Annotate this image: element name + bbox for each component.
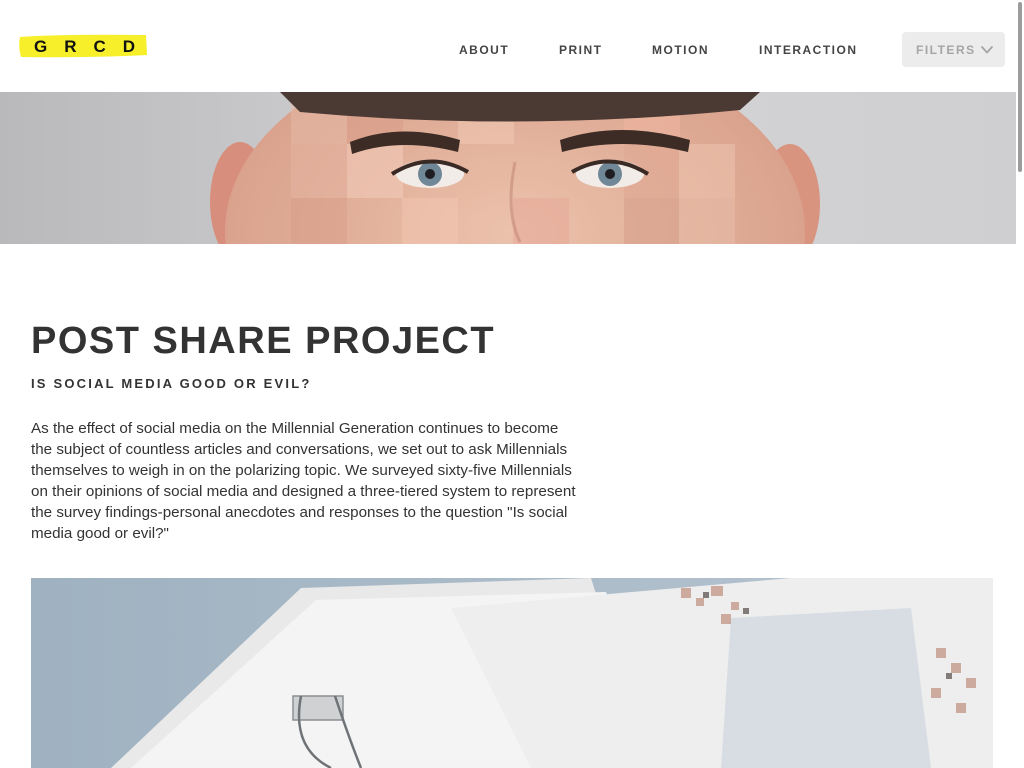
face-mosaic-image (0, 92, 1016, 244)
project-description: As the effect of social media on the Mil… (31, 420, 576, 542)
filters-dropdown[interactable]: FILTERS (902, 32, 1005, 67)
page-scrollbar[interactable] (1016, 0, 1024, 768)
logo-text: GRCD (34, 37, 153, 56)
nav-item-interaction[interactable]: INTERACTION (759, 42, 858, 58)
site-header: GRCD ABOUT PRINT MOTION INTERACTION FILT… (0, 0, 1024, 92)
project-subtitle: IS SOCIAL MEDIA GOOD OR EVIL? (31, 376, 312, 391)
paper-stack-binder-clip-image (31, 578, 993, 768)
nav-item-about[interactable]: ABOUT (459, 42, 509, 58)
project-photo (31, 578, 993, 768)
nav-item-print[interactable]: PRINT (559, 42, 603, 58)
filters-label: FILTERS (916, 43, 976, 57)
hero-banner (0, 92, 1016, 244)
nav-item-motion[interactable]: MOTION (652, 42, 709, 58)
scrollbar-thumb[interactable] (1018, 2, 1022, 172)
project-title: POST SHARE PROJECT (31, 320, 496, 362)
logo-link[interactable]: GRCD (18, 33, 148, 60)
chevron-down-icon (981, 46, 993, 54)
